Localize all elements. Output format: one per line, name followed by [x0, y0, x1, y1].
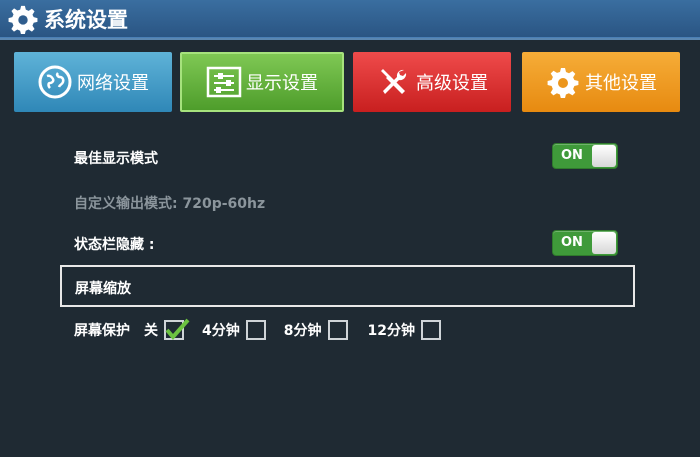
screensaver-12min-checkbox[interactable] — [420, 320, 441, 340]
toggle-state: ON — [561, 148, 583, 163]
statusbar-hide-label: 状态栏隐藏 : — [74, 237, 155, 253]
screensaver-8min-checkbox[interactable] — [327, 320, 348, 340]
best-display-label: 最佳显示模式 — [74, 151, 158, 167]
sliders-icon — [206, 64, 242, 100]
screensaver-option-label: 4分钟 — [202, 323, 240, 339]
best-display-toggle[interactable]: ON — [552, 143, 618, 169]
statusbar-hide-toggle[interactable]: ON — [552, 230, 618, 256]
tab-label: 高级设置 — [416, 73, 488, 94]
toggle-knob — [592, 232, 616, 254]
output-mode-label: 自定义输出模式: 720p-60hz — [74, 196, 266, 212]
tab-advanced-settings[interactable]: 高级设置 — [353, 52, 511, 112]
title-divider — [0, 38, 700, 40]
gear-icon — [545, 64, 581, 100]
tab-display-settings[interactable]: 显示设置 — [180, 52, 344, 112]
screen-zoom-label: 屏幕缩放 — [75, 281, 131, 297]
screensaver-option-label: 关 — [144, 323, 158, 339]
screensaver-row: 屏幕保护 关 4分钟 8分钟 12分钟 — [74, 318, 441, 342]
screensaver-option-label: 8分钟 — [283, 323, 322, 339]
screensaver-option-label: 12分钟 — [367, 323, 415, 339]
toggle-state: ON — [561, 235, 583, 250]
page-title: 系统设置 — [44, 7, 128, 32]
screen-zoom-item[interactable]: 屏幕缩放 — [60, 265, 635, 307]
checkmark-icon — [165, 318, 190, 341]
settings-tabs: 网络设置 显示设置 高级设置 其他设置 — [14, 52, 686, 112]
settings-gear-icon — [8, 5, 38, 34]
tab-other-settings[interactable]: 其他设置 — [522, 52, 680, 112]
screensaver-off-checkbox[interactable] — [164, 318, 190, 341]
tab-label: 其他设置 — [585, 73, 657, 94]
screensaver-label: 屏幕保护 — [74, 323, 130, 339]
tab-label: 网络设置 — [77, 73, 149, 94]
toggle-knob — [592, 145, 616, 167]
tools-icon — [376, 64, 412, 100]
tab-network-settings[interactable]: 网络设置 — [14, 52, 172, 112]
tab-label: 显示设置 — [246, 73, 318, 94]
globe-icon — [37, 64, 73, 100]
screensaver-4min-checkbox[interactable] — [245, 320, 266, 340]
title-bar: 系统设置 — [0, 0, 700, 38]
